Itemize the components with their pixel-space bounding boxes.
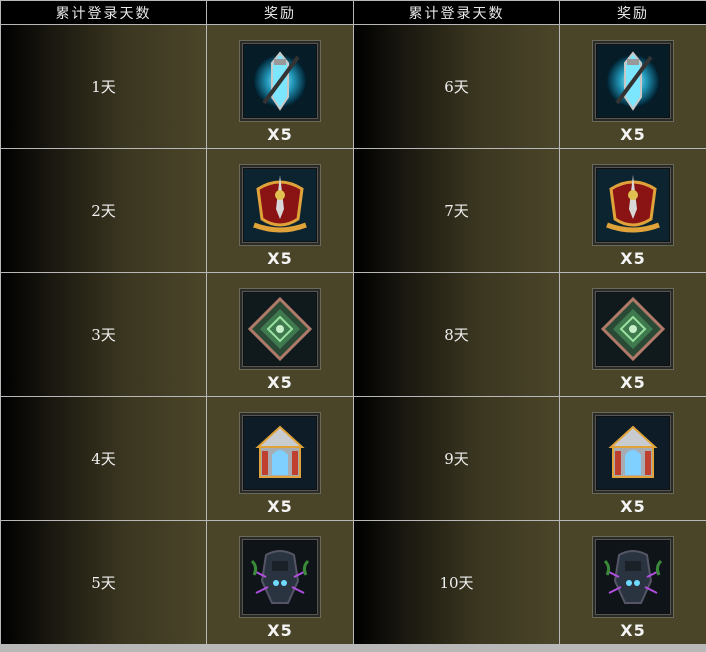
- reward-quantity: X5: [620, 373, 646, 392]
- reward-cell: X5: [560, 397, 706, 520]
- reward-quantity: X5: [267, 373, 293, 392]
- reward-quantity: X5: [620, 621, 646, 640]
- login-reward-table: 累计登录天数 奖励 累计登录天数 奖励 1天 X5 6天 X5 2天 X5 7天: [0, 0, 706, 652]
- day-count-cell: 6天: [354, 25, 559, 148]
- reward-cell: X5: [560, 25, 706, 148]
- reward-cell: X5: [207, 149, 353, 272]
- day-count-cell: 9天: [354, 397, 559, 520]
- header-reward-left: 奖励: [207, 1, 353, 24]
- day-count-cell: 2天: [1, 149, 206, 272]
- reward-cell: X5: [560, 149, 706, 272]
- reward-cell: X5: [207, 521, 353, 644]
- dark-armor-icon[interactable]: [592, 536, 674, 618]
- dark-armor-icon[interactable]: [239, 536, 321, 618]
- red-gold-crest-icon[interactable]: [592, 164, 674, 246]
- day-count-cell: 5天: [1, 521, 206, 644]
- day-count-cell: 3天: [1, 273, 206, 396]
- silver-shrine-icon[interactable]: [592, 412, 674, 494]
- reward-quantity: X5: [620, 125, 646, 144]
- reward-quantity: X5: [620, 249, 646, 268]
- header-days-right: 累计登录天数: [354, 1, 559, 24]
- day-count-cell: 1天: [1, 25, 206, 148]
- day-count-cell: 7天: [354, 149, 559, 272]
- reward-cell: X5: [207, 273, 353, 396]
- reward-cell: X5: [560, 273, 706, 396]
- red-gold-crest-icon[interactable]: [239, 164, 321, 246]
- day-count-cell: 8天: [354, 273, 559, 396]
- silver-shrine-icon[interactable]: [239, 412, 321, 494]
- reward-cell: X5: [207, 25, 353, 148]
- blue-lantern-icon[interactable]: [592, 40, 674, 122]
- day-count-cell: 4天: [1, 397, 206, 520]
- reward-cell: X5: [207, 397, 353, 520]
- reward-quantity: X5: [267, 497, 293, 516]
- blue-lantern-icon[interactable]: [239, 40, 321, 122]
- reward-quantity: X5: [267, 621, 293, 640]
- green-rune-icon[interactable]: [239, 288, 321, 370]
- green-rune-icon[interactable]: [592, 288, 674, 370]
- reward-quantity: X5: [267, 249, 293, 268]
- reward-quantity: X5: [620, 497, 646, 516]
- header-days-left: 累计登录天数: [1, 1, 206, 24]
- day-count-cell: 10天: [354, 521, 559, 644]
- reward-quantity: X5: [267, 125, 293, 144]
- header-reward-right: 奖励: [560, 1, 706, 24]
- reward-cell: X5: [560, 521, 706, 644]
